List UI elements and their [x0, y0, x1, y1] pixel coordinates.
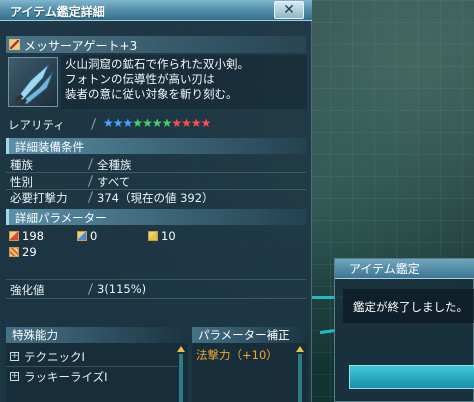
grind-value: 3(115%): [97, 282, 147, 296]
item-name-bar: メッサーアゲート+3: [6, 36, 306, 53]
item-name: メッサーアゲート+3: [24, 39, 138, 53]
row-separator: [6, 279, 306, 280]
ok-button[interactable]: [349, 365, 474, 389]
parameter-bonus-pane: パラメーター補正 法撃力（+10）: [192, 327, 308, 402]
rarity-star-icon: ★: [112, 116, 124, 130]
list-item[interactable]: + テクニックI: [10, 349, 180, 364]
scrollbar[interactable]: [179, 354, 183, 402]
rarity-star-icon: ★: [200, 116, 212, 130]
special-abilities-title: 特殊能力: [6, 327, 188, 343]
race-value: 全種族: [97, 158, 132, 172]
required-strike-value: 374（現在の値 392）: [97, 191, 214, 205]
range-value: 0: [90, 229, 98, 243]
row-separator: [6, 298, 306, 299]
bonus-item: 法撃力（+10）: [196, 348, 278, 362]
appraisal-complete-dialog: アイテム鑑定 鑑定が終了しました。: [334, 258, 474, 402]
ability-name: テクニックI: [24, 350, 85, 364]
divider: [87, 191, 94, 203]
scroll-up-arrow[interactable]: [296, 346, 304, 352]
rarity-star-icon: ★: [190, 116, 202, 130]
row-separator: [6, 366, 178, 367]
scrollbar[interactable]: [298, 354, 302, 402]
window-titlebar[interactable]: アイテム鑑定詳細 ✕: [0, 0, 312, 21]
description-line: フォトンの伝導性が高い刃は: [65, 72, 215, 86]
required-strike-label: 必要打撃力: [10, 191, 68, 205]
section-title: 詳細パラメーター: [15, 211, 107, 225]
description-line: 装者の意に従い対象を斬り刻む。: [65, 87, 238, 101]
parameter-bonus-title: パラメーター補正: [192, 327, 308, 343]
item-appraisal-window: アイテム鑑定詳細 ✕ メッサーアゲート+3 火山洞窟の鉱石で作られた双小剣。 フ…: [0, 0, 312, 402]
rarity-label: レアリティ: [8, 118, 65, 132]
divider: [90, 118, 97, 130]
item-description: 火山洞窟の鉱石で作られた双小剣。 フォトンの伝導性が高い刃は 装者の意に従い対象…: [61, 55, 307, 109]
list-item[interactable]: + ラッキーライズI: [10, 369, 180, 384]
special-abilities-pane: 特殊能力 + テクニックI + ラッキーライズI: [6, 327, 188, 402]
tech-value: 10: [161, 229, 176, 243]
gender-label: 性別: [10, 175, 33, 189]
rarity-star-icon: ★: [151, 116, 163, 130]
ability-name: ラッキーライズI: [24, 370, 108, 384]
description-line: 火山洞窟の鉱石で作られた双小剣。: [65, 57, 249, 71]
parameters-header: 詳細パラメーター: [6, 209, 306, 225]
item-image: [8, 57, 58, 107]
tech-icon: [148, 231, 158, 241]
race-label: 種族: [10, 158, 33, 172]
rarity-stars: ★★★★★★★★★★★: [103, 116, 212, 130]
rarity-star-icon: ★: [132, 116, 143, 130]
dex-icon: [9, 247, 19, 257]
twin-dagger-icon: [9, 39, 20, 50]
divider: [87, 158, 94, 170]
scroll-up-arrow[interactable]: [177, 346, 185, 352]
section-title: 詳細装備条件: [15, 140, 84, 154]
expand-icon[interactable]: +: [10, 352, 19, 361]
rarity-star-icon: ★: [181, 116, 192, 130]
grind-label: 強化値: [10, 283, 45, 297]
equip-conditions-header: 詳細装備条件: [6, 138, 306, 154]
expand-icon[interactable]: +: [10, 372, 19, 381]
twin-dagger-icon: [14, 63, 54, 107]
dex-value: 29: [22, 245, 37, 259]
rarity-star-icon: ★: [103, 116, 114, 130]
gender-value: すべて: [97, 175, 131, 189]
strike-value: 198: [22, 229, 44, 243]
dialog-title: アイテム鑑定: [335, 259, 474, 279]
close-button[interactable]: ✕: [274, 1, 304, 19]
divider: [87, 283, 94, 295]
rarity-star-icon: ★: [142, 116, 153, 130]
row-separator: [6, 172, 306, 173]
strike-icon: [9, 231, 19, 241]
rarity-star-icon: ★: [161, 116, 173, 130]
window-title: アイテム鑑定詳細: [10, 5, 105, 19]
divider: [87, 175, 94, 187]
range-icon: [77, 231, 87, 241]
dialog-message: 鑑定が終了しました。: [343, 289, 474, 323]
rarity-star-icon: ★: [171, 116, 182, 130]
rarity-star-icon: ★: [122, 116, 134, 130]
